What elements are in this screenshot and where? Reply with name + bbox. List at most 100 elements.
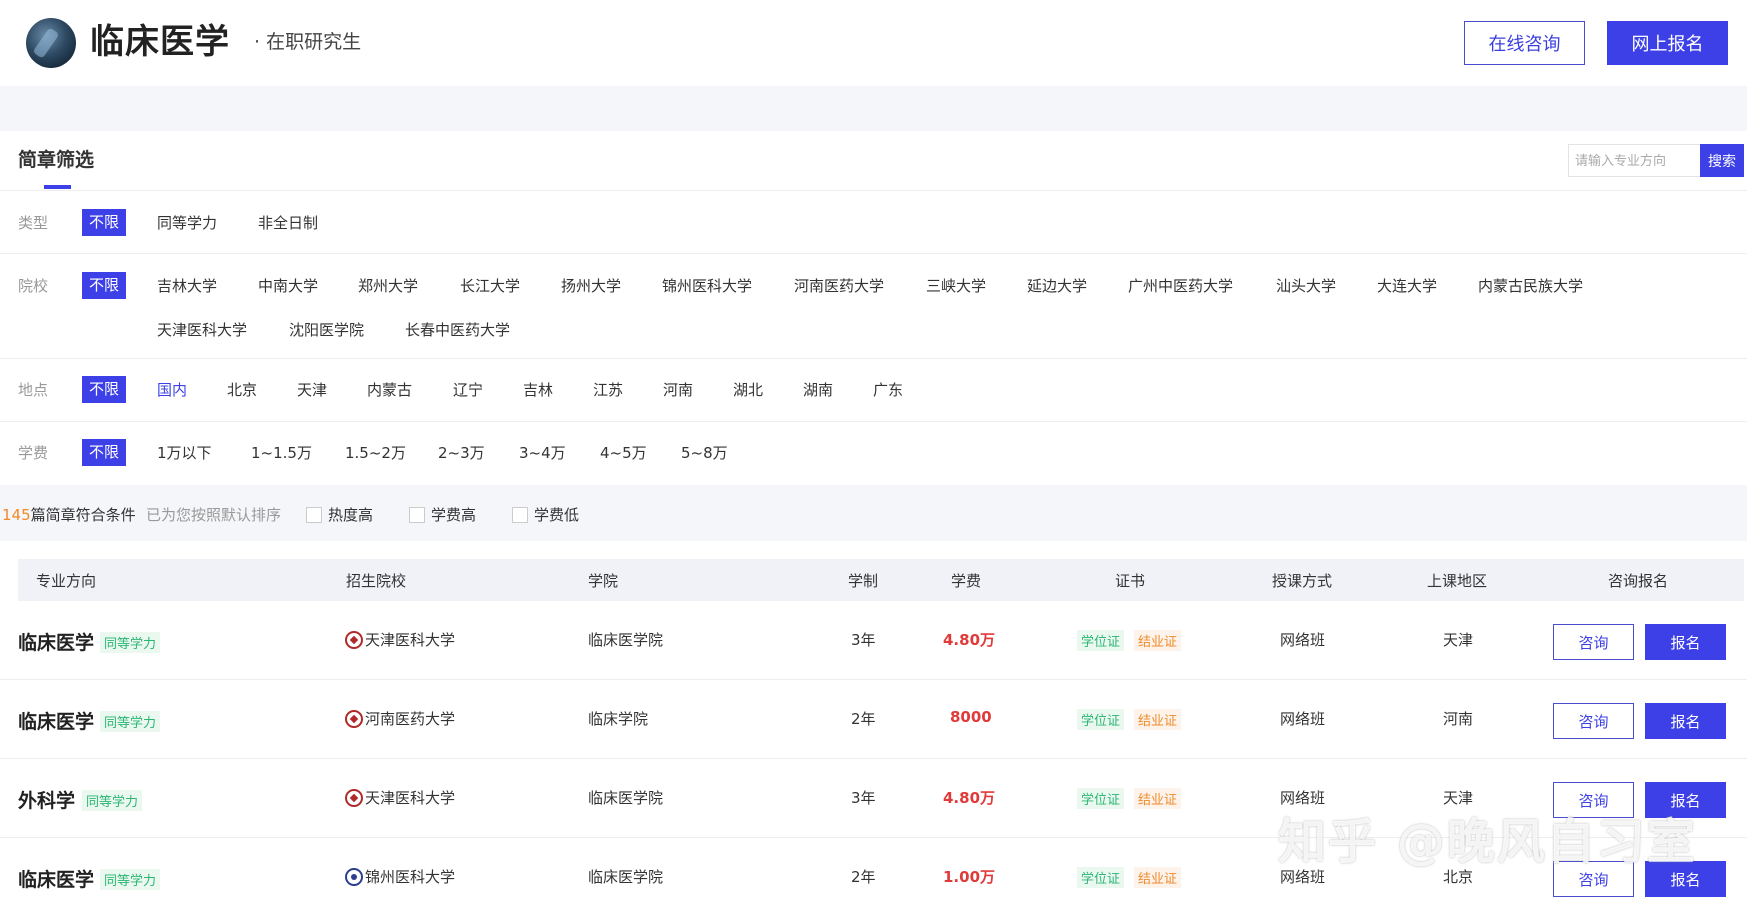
filter-option-school[interactable]: 汕头大学	[1276, 275, 1336, 296]
filter-option-school[interactable]: 河南医药大学	[794, 275, 884, 296]
online-apply-button[interactable]: 网上报名	[1607, 21, 1728, 65]
logo-image	[26, 18, 76, 68]
filter-option-fee-all[interactable]: 不限	[82, 439, 127, 466]
filter-label-location: 地点	[18, 381, 49, 399]
filter-option-school[interactable]: 扬州大学	[561, 275, 621, 296]
filter-label-school: 院校	[18, 277, 49, 295]
filter-option-school[interactable]: 长春中医药大学	[405, 319, 510, 340]
row-college: 临床学院	[588, 710, 649, 728]
filter-option-fee[interactable]: 1.5~2万	[345, 442, 406, 463]
filter-option-location[interactable]: 湖北	[733, 379, 763, 400]
page-subtitle: · 在职研究生	[254, 31, 362, 53]
filter-row-school: 院校 不限 吉林大学 中南大学 郑州大学 长江大学 扬州大学 锦州医科大学 河南…	[0, 254, 1747, 359]
filter-option-fee[interactable]: 5~8万	[681, 442, 728, 463]
filter-option-location-all[interactable]: 不限	[82, 376, 127, 403]
row-fee: 8000	[950, 708, 992, 726]
filter-option-location[interactable]: 内蒙古	[367, 379, 412, 400]
table-header-cell: 证书	[1115, 572, 1146, 590]
row-school: 锦州医科大学	[345, 866, 455, 887]
filter-option-location[interactable]: 河南	[663, 379, 693, 400]
filter-option-school[interactable]: 郑州大学	[358, 275, 418, 296]
filter-option-location[interactable]: 吉林	[523, 379, 553, 400]
filter-option-location[interactable]: 湖南	[803, 379, 833, 400]
row-fee: 4.80万	[943, 789, 996, 807]
checkbox-box[interactable]	[306, 506, 322, 523]
row-years: 3年	[851, 631, 876, 649]
result-count: 145篇简章符合条件	[2, 504, 136, 525]
sort-label: 热度高	[328, 506, 374, 524]
filter-option-school[interactable]: 长江大学	[460, 275, 520, 296]
filter-option-fee[interactable]: 2~3万	[438, 442, 485, 463]
filter-option-school[interactable]: 三峡大学	[926, 275, 986, 296]
row-type-tag: 同等学力	[100, 869, 161, 890]
filter-option-location[interactable]: 江苏	[593, 379, 623, 400]
filter-option-school[interactable]: 广州中医药大学	[1128, 275, 1233, 296]
major-search-input[interactable]	[1568, 144, 1700, 177]
row-apply-button[interactable]: 报名	[1645, 624, 1726, 660]
checkbox-box[interactable]	[512, 506, 528, 523]
filter-option-location[interactable]: 天津	[297, 379, 327, 400]
school-emblem-icon	[345, 788, 363, 807]
filter-option-fee[interactable]: 4~5万	[600, 442, 647, 463]
filter-option-school[interactable]: 吉林大学	[157, 275, 217, 296]
page-header: 临床医学 · 在职研究生 在线咨询 网上报名	[0, 0, 1747, 86]
filter-option-school[interactable]: 中南大学	[258, 275, 318, 296]
row-school-name: 天津医科大学	[365, 789, 456, 807]
filter-option-location[interactable]: 辽宁	[453, 379, 483, 400]
table-header-cell: 上课地区	[1427, 572, 1488, 590]
filter-option-location[interactable]: 广东	[873, 379, 903, 400]
school-emblem-icon	[345, 867, 363, 886]
filter-option-location[interactable]: 国内	[157, 379, 187, 400]
filter-title: 简章筛选	[18, 149, 95, 171]
row-years: 3年	[851, 789, 876, 807]
filter-option-school[interactable]: 内蒙古民族大学	[1478, 275, 1583, 296]
table-header: 专业方向 招生院校 学院 学制 学费 证书 授课方式 上课地区 咨询报名	[18, 559, 1744, 601]
checkbox-box[interactable]	[409, 506, 425, 523]
filter-option-fee[interactable]: 3~4万	[519, 442, 566, 463]
filter-option-school-all[interactable]: 不限	[82, 272, 127, 299]
row-type-tag: 同等学力	[100, 632, 161, 653]
row-school-name: 天津医科大学	[365, 631, 456, 649]
row-fee: 4.80万	[943, 631, 996, 649]
row-consult-button[interactable]: 咨询	[1553, 624, 1634, 660]
search-button[interactable]: 搜索	[1700, 144, 1744, 177]
row-fee: 1.00万	[943, 868, 996, 886]
sort-fee-low-checkbox[interactable]: 学费低	[512, 504, 579, 525]
result-bar: 145篇简章符合条件 已为您按照默认排序 热度高 学费高 学费低	[0, 485, 1747, 541]
row-years: 2年	[851, 710, 876, 728]
filter-option-fee[interactable]: 1万以下	[157, 442, 212, 463]
sort-popularity-checkbox[interactable]: 热度高	[306, 504, 373, 525]
filter-option-school[interactable]: 延边大学	[1027, 275, 1087, 296]
table-header-cell: 招生院校	[346, 572, 407, 590]
filter-option-type[interactable]: 非全日制	[258, 212, 318, 233]
row-degree-tag: 学位证	[1077, 867, 1125, 888]
watermark-text: 知乎 @晚风自习室	[1278, 814, 1697, 870]
row-school: 天津医科大学	[345, 629, 455, 650]
filter-option-school[interactable]: 大连大学	[1377, 275, 1437, 296]
filter-option-fee[interactable]: 1~1.5万	[251, 442, 312, 463]
row-major: 临床医学	[18, 869, 95, 891]
filter-option-location[interactable]: 北京	[227, 379, 257, 400]
filter-title-underline	[44, 185, 71, 189]
filter-option-type[interactable]: 同等学力	[157, 212, 217, 233]
table-header-cell: 学院	[588, 572, 619, 590]
filter-option-type-all[interactable]: 不限	[82, 209, 127, 236]
row-consult-button[interactable]: 咨询	[1553, 703, 1634, 739]
school-emblem-icon	[345, 709, 363, 728]
online-consult-button[interactable]: 在线咨询	[1464, 21, 1585, 65]
row-major: 临床医学	[18, 632, 95, 654]
sort-label: 学费高	[431, 506, 477, 524]
table-row: 临床医学 同等学力 河南医药大学 临床学院 2年 8000 学位证 结业证 网络…	[0, 680, 1747, 759]
row-cert-tag: 结业证	[1134, 630, 1182, 651]
row-college: 临床医学院	[588, 789, 664, 807]
row-apply-button[interactable]: 报名	[1645, 703, 1726, 739]
sort-label: 学费低	[534, 506, 580, 524]
filter-option-school[interactable]: 锦州医科大学	[662, 275, 752, 296]
sort-fee-high-checkbox[interactable]: 学费高	[409, 504, 476, 525]
filter-option-school[interactable]: 天津医科大学	[157, 319, 247, 340]
result-count-number: 145	[2, 506, 31, 524]
row-school: 天津医科大学	[345, 787, 455, 808]
row-mode: 网络班	[1280, 710, 1326, 728]
row-major: 临床医学	[18, 711, 95, 733]
filter-option-school[interactable]: 沈阳医学院	[289, 319, 364, 340]
